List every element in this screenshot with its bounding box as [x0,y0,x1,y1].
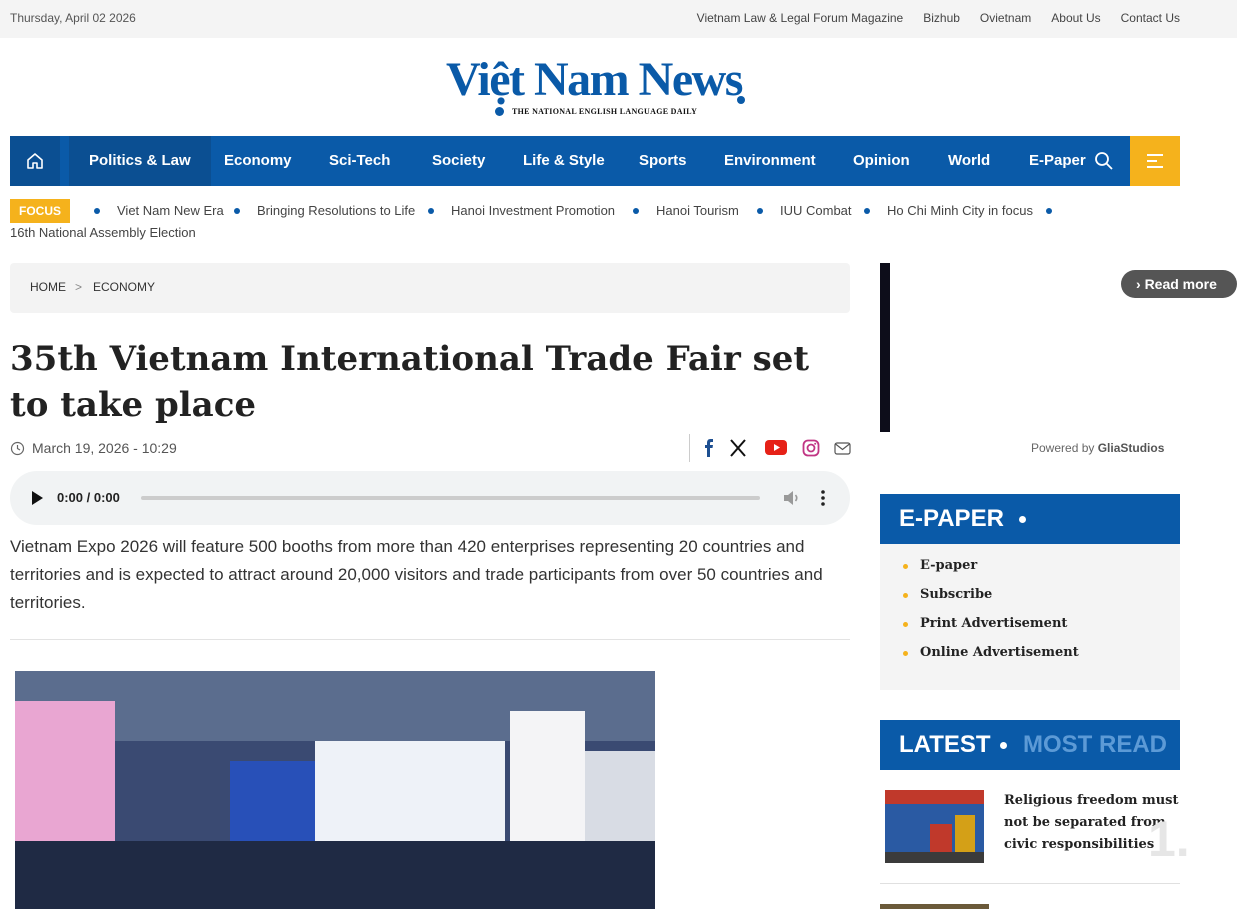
epaper-box: E-PAPER E-paper Subscribe Print Advertis… [880,494,1180,690]
tab-most-read[interactable]: MOST READ [1023,731,1167,759]
breadcrumb-home[interactable]: HOME [30,280,66,294]
epaper-dot-icon [1019,516,1026,523]
focus-bullet-icon [1046,208,1052,214]
focus-bullet-icon [428,208,434,214]
tab-separator-dot-icon [1000,742,1007,749]
play-icon[interactable] [32,491,43,505]
breadcrumb-separator: > [75,280,83,294]
logo-tagline: THE NATIONAL ENGLISH LANGUAGE DAILY [512,107,698,116]
logo-name: Việt Nam News [446,53,743,106]
focus-item-resolutions[interactable]: Bringing Resolutions to Life [257,203,415,218]
ad-banner[interactable] [880,263,890,432]
chevron-right-icon: › [1136,276,1145,292]
menu-bar-icon [1147,154,1163,156]
focus-bullet-icon [234,208,240,214]
focus-item-hanoi-tourism[interactable]: Hanoi Tourism [656,203,739,218]
audio-player: 0:00 / 0:00 [10,471,850,525]
nav-sci-tech[interactable]: Sci-Tech [329,136,390,186]
top-link-about-us[interactable]: About Us [1051,11,1100,25]
article-photo [15,671,655,909]
menu-button[interactable] [1130,136,1180,186]
powered-by: Powered by GliaStudios [1031,441,1164,455]
nav-e-paper[interactable]: E-Paper [1029,136,1086,186]
focus-item-election[interactable]: 16th National Assembly Election [10,225,196,240]
instagram-icon[interactable] [802,439,820,457]
latest-item-divider [880,883,1180,884]
read-more-label: Read more [1144,276,1217,292]
summary-divider [10,639,850,640]
registered-mark-icon [737,96,745,104]
share-divider [689,434,690,462]
breadcrumb-economy[interactable]: ECONOMY [93,280,155,294]
epaper-link-subscribe[interactable]: Subscribe [903,585,1180,614]
more-options-icon[interactable] [821,490,825,506]
nav-sports[interactable]: Sports [639,136,687,186]
read-more-button[interactable]: › Read more [1121,270,1237,298]
facebook-icon[interactable] [703,439,715,457]
latest-item-thumbnail-2[interactable] [880,904,989,909]
audio-progress-track[interactable] [141,496,760,500]
breadcrumb: HOME > ECONOMY [10,263,850,313]
nav-economy[interactable]: Economy [224,136,292,186]
top-links: Vietnam Law & Legal Forum Magazine Bizhu… [697,11,1180,25]
main-nav: Politics & Law Economy Sci-Tech Society … [10,136,1180,186]
epaper-title: E-PAPER [899,505,1004,532]
news-thumbnail-image [885,790,984,863]
focus-item-iuu[interactable]: IUU Combat [780,203,852,218]
nav-politics-law[interactable]: Politics & Law [69,136,211,186]
focus-bullet-icon [633,208,639,214]
x-twitter-icon[interactable] [729,439,747,457]
site-logo[interactable]: Việt Nam News THE NATIONAL ENGLISH LANGU… [446,52,746,122]
search-icon[interactable] [1094,151,1114,171]
epaper-link-online-ad[interactable]: Online Advertisement [903,643,1180,672]
home-button[interactable] [10,136,60,186]
focus-badge: FOCUS [10,199,70,223]
volume-icon[interactable] [783,490,801,506]
focus-bullet-icon [864,208,870,214]
menu-bar-icon [1147,166,1163,168]
top-link-ovietnam[interactable]: Ovietnam [980,11,1031,25]
top-link-bizhub[interactable]: Bizhub [923,11,960,25]
nav-society[interactable]: Society [432,136,485,186]
clock-icon [10,441,25,456]
current-date: Thursday, April 02 2026 [10,11,136,25]
nav-life-style[interactable]: Life & Style [523,136,605,186]
focus-item-hanoi-investment[interactable]: Hanoi Investment Promotion [451,203,615,218]
article-summary: Vietnam Expo 2026 will feature 500 booth… [10,537,823,612]
top-link-law-magazine[interactable]: Vietnam Law & Legal Forum Magazine [697,11,904,25]
menu-bar-icon [1147,160,1157,162]
epaper-link-print-ad[interactable]: Print Advertisement [903,614,1180,643]
top-bar: Thursday, April 02 2026 Vietnam Law & Le… [0,0,1237,38]
nav-world[interactable]: World [948,136,990,186]
nav-opinion[interactable]: Opinion [853,136,910,186]
focus-bullet-icon [94,208,100,214]
logo-dot-icon [495,107,504,116]
audio-time: 0:00 / 0:00 [57,490,120,505]
youtube-icon[interactable] [765,440,787,455]
powered-by-prefix: Powered by [1031,441,1098,455]
latest-item-thumbnail[interactable] [885,790,984,863]
focus-bullet-icon [757,208,763,214]
article-date: March 19, 2026 - 10:29 [32,440,177,456]
focus-item-new-era[interactable]: Viet Nam New Era [117,203,224,218]
article-title: 35th Vietnam International Trade Fair se… [10,339,810,425]
epaper-header: E-PAPER [880,494,1180,544]
tab-latest[interactable]: LATEST [899,731,991,759]
trade-fair-photo [15,671,655,909]
focus-item-hcmc[interactable]: Ho Chi Minh City in focus [887,203,1033,218]
email-icon[interactable] [834,441,851,456]
powered-by-brand[interactable]: GliaStudios [1098,441,1165,455]
latest-tabs: LATEST MOST READ [880,720,1180,770]
top-link-contact-us[interactable]: Contact Us [1121,11,1180,25]
epaper-link-e-paper[interactable]: E-paper [903,556,1180,585]
latest-item-rank: 1. [1148,811,1190,867]
nav-environment[interactable]: Environment [724,136,816,186]
home-icon [27,153,43,169]
